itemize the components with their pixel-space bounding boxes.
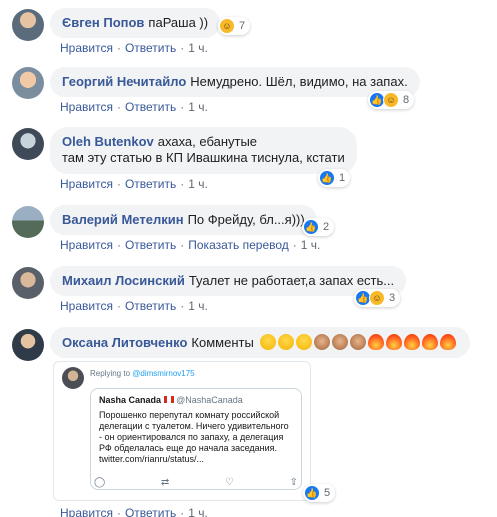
share-icon: ⇪ bbox=[289, 477, 298, 488]
see-no-evil-monkey-icon bbox=[332, 334, 349, 350]
comment-author[interactable]: Георгий Нечитайло bbox=[62, 74, 186, 89]
timestamp[interactable]: 1 ч. bbox=[188, 299, 208, 313]
comment-bubble: Євген Попов паРаша )) bbox=[50, 8, 221, 38]
reaction-summary[interactable]: 👍 1 bbox=[318, 169, 351, 187]
fire-icon bbox=[404, 334, 421, 350]
haha-icon: ☺ bbox=[369, 290, 385, 306]
comment-text: там эту статью в КП Ивашкина тиснула, кс… bbox=[62, 150, 345, 165]
timestamp[interactable]: 1 ч. bbox=[188, 41, 208, 55]
avatar[interactable] bbox=[12, 206, 44, 238]
comment-actions: Нравится · Ответить · 1 ч. bbox=[60, 100, 208, 114]
comment-author[interactable]: Оксана Литовченко bbox=[62, 335, 187, 350]
reaction-summary[interactable]: 👍 5 bbox=[303, 484, 336, 502]
avatar[interactable] bbox=[12, 67, 44, 99]
quoted-text: делегации с туалетом. Ничего удивительно… bbox=[99, 421, 289, 431]
replying-to: Replying to @dimsmirnov175 bbox=[90, 369, 195, 378]
avatar[interactable] bbox=[12, 267, 44, 299]
retweet-icon: ⇄ bbox=[160, 477, 170, 488]
face-with-tears-of-joy-icon bbox=[278, 334, 295, 350]
comment-author[interactable]: Євген Попов bbox=[62, 15, 144, 30]
see-no-evil-monkey-icon bbox=[314, 334, 331, 350]
reaction-count: 1 bbox=[339, 172, 346, 184]
reply-link[interactable]: Ответить bbox=[125, 238, 176, 252]
reaction-summary[interactable]: ☺ 7 bbox=[218, 17, 251, 35]
avatar[interactable] bbox=[12, 329, 44, 361]
reaction-count: 8 bbox=[403, 94, 410, 106]
quoted-text: - он ориентировался по запаху, а делегац… bbox=[99, 432, 284, 442]
reply-link[interactable]: Ответить bbox=[125, 506, 176, 517]
attached-image[interactable]: Replying to @dimsmirnov175 Nasha Canada … bbox=[53, 361, 311, 501]
fire-icon bbox=[440, 334, 457, 350]
heart-icon: ♡ bbox=[224, 477, 234, 488]
reply-link[interactable]: Ответить bbox=[125, 177, 176, 191]
face-with-tears-of-joy-icon bbox=[296, 334, 313, 350]
like-link[interactable]: Нравится bbox=[60, 238, 113, 252]
comment-actions: Нравится · Ответить · 1 ч. bbox=[60, 41, 208, 55]
comment-bubble: Oleh Butenkov ахаха, ебанутые там эту ста… bbox=[50, 127, 357, 174]
quoted-link: twitter.com/rianru/status/... bbox=[99, 454, 205, 464]
haha-icon: ☺ bbox=[383, 92, 399, 108]
comment-text: Туалет не работает,а запах есть... bbox=[188, 273, 395, 288]
reaction-count: 5 bbox=[324, 487, 331, 499]
timestamp[interactable]: 1 ч. bbox=[188, 177, 208, 191]
show-translation-link[interactable]: Показать перевод bbox=[188, 238, 289, 252]
like-link[interactable]: Нравится bbox=[60, 299, 113, 313]
like-link[interactable]: Нравится bbox=[60, 41, 113, 55]
face-with-tears-of-joy-icon bbox=[260, 334, 277, 350]
comment-actions: Нравится · Ответить · 1 ч. bbox=[60, 506, 208, 517]
like-icon: 👍 bbox=[303, 219, 319, 235]
reaction-summary[interactable]: 👍 ☺ 8 bbox=[368, 91, 415, 109]
replying-handle: @dimsmirnov175 bbox=[132, 369, 195, 378]
canada-flag-icon bbox=[163, 396, 174, 403]
comment-text: Немудрено. Шёл, видимо, на запах. bbox=[190, 74, 408, 89]
like-link[interactable]: Нравится bbox=[60, 177, 113, 191]
emoji-group bbox=[260, 334, 458, 350]
timestamp[interactable]: 1 ч. bbox=[188, 100, 208, 114]
haha-icon: ☺ bbox=[219, 18, 235, 34]
comment-bubble: Валерий Метелкин По Фрейду, бл...я))) bbox=[50, 205, 317, 235]
reply-icon: ◯ bbox=[94, 477, 106, 488]
comment-text: паРаша )) bbox=[148, 15, 209, 30]
avatar[interactable] bbox=[12, 9, 44, 41]
comment-actions: Нравится · Ответить · 1 ч. bbox=[60, 299, 208, 313]
comment-bubble: Михаил Лосинский Туалет не работает,а зап… bbox=[50, 266, 407, 296]
comment-text: ахаха, ебанутые bbox=[157, 134, 258, 149]
quoted-tweet: Nasha Canada @NashaCanada Порошенко пере… bbox=[90, 388, 302, 490]
tweet-actions: ◯ ⇄ ♡ ⇪ bbox=[90, 477, 302, 488]
timestamp[interactable]: 1 ч. bbox=[188, 506, 208, 517]
reply-link[interactable]: Ответить bbox=[125, 299, 176, 313]
avatar[interactable] bbox=[12, 128, 44, 160]
quoted-handle: @NashaCanada bbox=[176, 395, 243, 405]
comment-bubble: Георгий Нечитайло Немудрено. Шёл, видимо,… bbox=[50, 67, 420, 97]
comment-author[interactable]: Валерий Метелкин bbox=[62, 212, 184, 227]
fire-icon bbox=[422, 334, 439, 350]
reaction-summary[interactable]: 👍 2 bbox=[302, 218, 335, 236]
quoted-name: Nasha Canada bbox=[99, 395, 162, 405]
timestamp[interactable]: 1 ч. bbox=[301, 238, 321, 252]
fire-icon bbox=[386, 334, 403, 350]
like-icon: 👍 bbox=[319, 170, 335, 186]
like-icon: 👍 bbox=[304, 485, 320, 501]
reaction-summary[interactable]: 👍 ☺ 3 bbox=[354, 289, 401, 307]
quoted-text: РФ обделалась еще до начала заседания. bbox=[99, 443, 278, 453]
comment-author[interactable]: Михаил Лосинский bbox=[62, 273, 185, 288]
reaction-count: 2 bbox=[323, 221, 330, 233]
see-no-evil-monkey-icon bbox=[350, 334, 367, 350]
reply-avatar bbox=[62, 367, 84, 389]
like-link[interactable]: Нравится bbox=[60, 100, 113, 114]
comment-author[interactable]: Oleh Butenkov bbox=[62, 134, 154, 149]
comment-text: Комменты bbox=[191, 335, 254, 350]
comment-actions: Нравится · Ответить · 1 ч. bbox=[60, 177, 208, 191]
quoted-text: Порошенко перепутал комнату российской bbox=[99, 410, 280, 420]
reply-link[interactable]: Ответить bbox=[125, 100, 176, 114]
reaction-count: 3 bbox=[389, 292, 396, 304]
comment-bubble: Оксана Литовченко Комменты bbox=[50, 327, 471, 358]
fire-icon bbox=[368, 334, 385, 350]
reaction-count: 7 bbox=[239, 20, 246, 32]
comment-actions: Нравится · Ответить · Показать перевод · 1 ч. bbox=[60, 238, 321, 252]
comment-text: По Фрейду, бл...я))) bbox=[187, 212, 305, 227]
reply-link[interactable]: Ответить bbox=[125, 41, 176, 55]
like-link[interactable]: Нравится bbox=[60, 506, 113, 517]
